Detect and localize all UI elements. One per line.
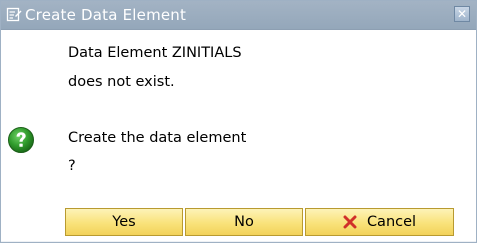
dialog-title: Create Data Element	[25, 6, 187, 24]
dialog-window-icon	[6, 7, 22, 23]
create-data-element-dialog: Create Data Element ✕ Data Element ZINIT…	[0, 0, 477, 243]
close-icon: ✕	[456, 7, 468, 21]
cancel-button[interactable]: Cancel	[305, 208, 454, 236]
cancel-button-label: Cancel	[366, 214, 417, 230]
close-button[interactable]: ✕	[454, 6, 470, 22]
title-bar[interactable]: Create Data Element ✕	[1, 1, 476, 30]
message-line-1: Data Element ZINITIALS	[68, 45, 242, 61]
message-line-2: does not exist.	[68, 74, 175, 90]
yes-button[interactable]: Yes	[65, 208, 183, 236]
no-button-label: No	[234, 214, 254, 230]
red-x-icon	[343, 215, 357, 229]
message-line-4: ?	[68, 158, 76, 174]
no-button[interactable]: No	[185, 208, 303, 236]
question-mark-icon	[7, 126, 35, 154]
yes-button-label: Yes	[112, 214, 136, 230]
message-line-3: Create the data element	[68, 130, 247, 146]
dialog-body: Data Element ZINITIALS does not exist. C…	[1, 30, 476, 241]
